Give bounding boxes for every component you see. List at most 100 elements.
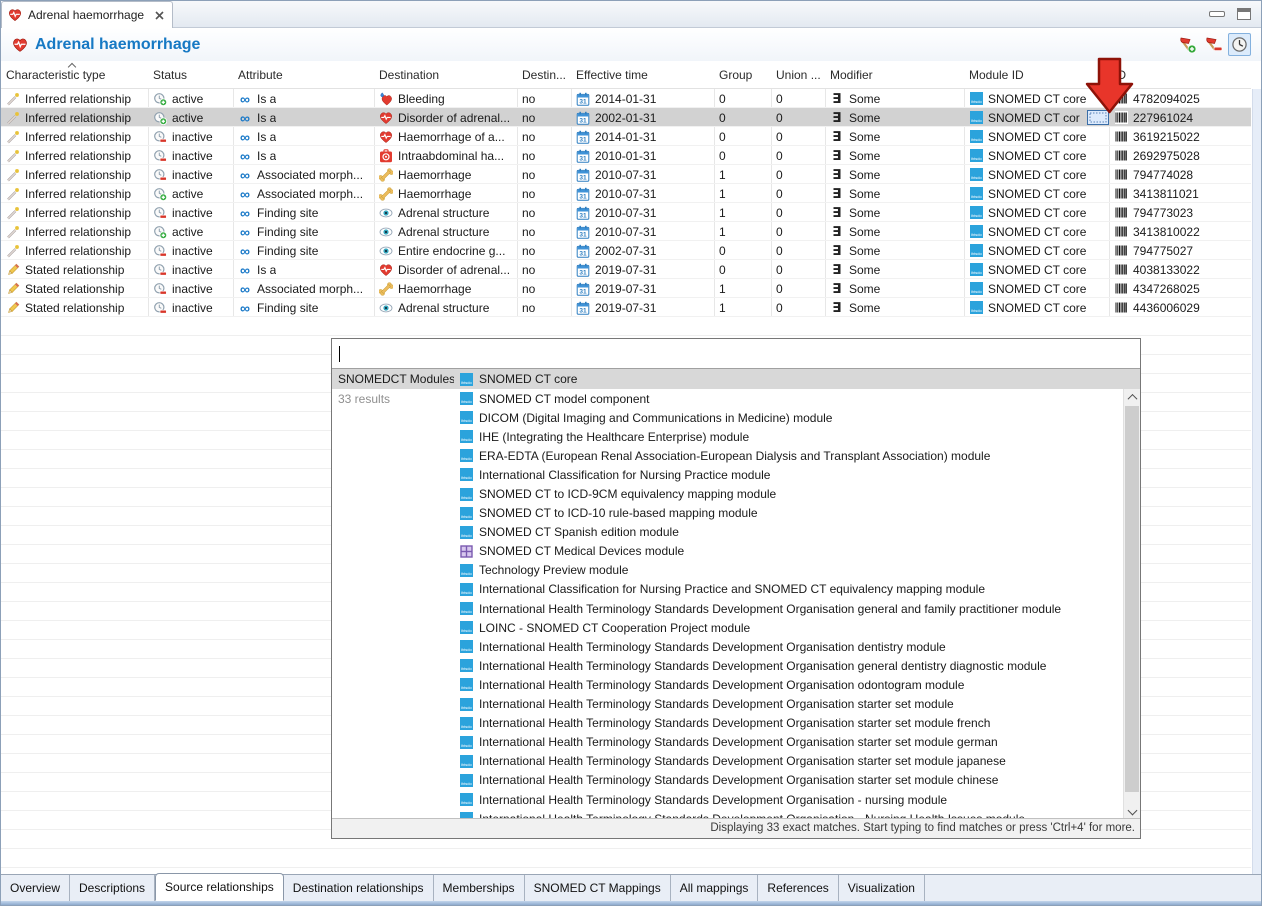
bottom-tab[interactable]: SNOMED CT Mappings (525, 875, 671, 901)
editor-tab-adrenal-haemorrhage[interactable]: Adrenal haemorrhage (1, 1, 173, 28)
barcode-icon (1114, 225, 1128, 239)
destination-icon (379, 225, 393, 239)
module-list-item[interactable]: ihtsdo International Health Terminology … (460, 790, 1123, 809)
popup-scrollbar[interactable] (1123, 389, 1140, 818)
table-row[interactable]: Inferred relationship active ∞Associated… (1, 184, 1251, 203)
filter-input[interactable] (332, 339, 1140, 369)
module-icon: ihtsdo (460, 755, 473, 768)
existential-modifier-icon: ∃ (830, 168, 844, 182)
module-list-item[interactable]: SNOMED CT Medical Devices module (460, 542, 1123, 561)
column-header[interactable]: Destination (374, 68, 517, 82)
module-list-item[interactable]: ihtsdo SNOMED CT to ICD-10 rule-based ma… (460, 504, 1123, 523)
close-icon[interactable] (154, 10, 165, 21)
table-row[interactable]: Inferred relationship inactive ∞Finding … (1, 203, 1251, 222)
history-clock-icon[interactable] (1228, 33, 1251, 56)
column-header[interactable]: Destin... (517, 68, 571, 82)
svg-text:ihtsdo: ihtsdo (461, 628, 472, 633)
module-list-item-selected[interactable]: SNOMEDCT Modules ihtsdo SNOMED CT core (332, 369, 1140, 389)
column-header[interactable]: Union ... (771, 68, 825, 82)
header-toolbar (1176, 33, 1251, 56)
module-list-item[interactable]: ihtsdo International Classification for … (460, 465, 1123, 484)
calendar-icon: 31 (576, 206, 590, 220)
svg-text:ihtsdo: ihtsdo (461, 743, 472, 748)
module-list-item[interactable]: ihtsdo International Health Terminology … (460, 733, 1123, 752)
module-list-item[interactable]: ihtsdo International Classification for … (460, 580, 1123, 599)
table-row[interactable]: Inferred relationship active ∞Finding si… (1, 222, 1251, 241)
svg-text:ihtsdo: ihtsdo (461, 590, 472, 595)
status-icon (153, 225, 167, 239)
svg-text:ihtsdo: ihtsdo (971, 213, 982, 218)
minimize-icon[interactable] (1209, 11, 1225, 17)
table-row[interactable]: Inferred relationship inactive ∞Associat… (1, 165, 1251, 184)
status-icon (153, 130, 167, 144)
module-list-item[interactable]: ihtsdo International Health Terminology … (460, 771, 1123, 790)
module-icon: ihtsdo (460, 526, 473, 539)
bottom-tab[interactable]: Visualization (839, 875, 925, 901)
table-row[interactable]: Inferred relationship inactive ∞Is a Int… (1, 146, 1251, 165)
bottom-tab[interactable]: Descriptions (70, 875, 155, 901)
column-header[interactable]: Modifier (825, 68, 964, 82)
module-icon: ihtsdo (969, 301, 983, 315)
svg-text:ihtsdo: ihtsdo (461, 666, 472, 671)
module-list-item[interactable]: ihtsdo International Health Terminology … (460, 675, 1123, 694)
scrollbar-thumb[interactable] (1125, 406, 1139, 792)
module-list-item[interactable]: ihtsdo Technology Preview module (460, 561, 1123, 580)
module-icon: ihtsdo (969, 187, 983, 201)
scroll-up-icon[interactable] (1124, 389, 1140, 405)
remove-relationship-icon[interactable] (1202, 33, 1225, 56)
module-icon: ihtsdo (460, 583, 473, 596)
bottom-tab[interactable]: All mappings (671, 875, 759, 901)
concept-heart-icon (11, 36, 28, 53)
column-header[interactable]: Group (714, 68, 771, 82)
module-list-item[interactable]: ihtsdo SNOMED CT model component (460, 389, 1123, 408)
module-list-item[interactable]: ihtsdo International Health Terminology … (460, 695, 1123, 714)
table-row[interactable]: Stated relationship inactive ∞Is a Disor… (1, 260, 1251, 279)
module-icon: ihtsdo (969, 149, 983, 163)
module-icon: ihtsdo (969, 206, 983, 220)
column-header[interactable]: Attribute (233, 68, 374, 82)
bottom-tab[interactable]: Memberships (434, 875, 525, 901)
module-list-item[interactable]: ihtsdo International Health Terminology … (460, 599, 1123, 618)
column-header[interactable]: Effective time (571, 68, 714, 82)
characteristic-type-icon (6, 187, 20, 201)
maximize-icon[interactable] (1237, 8, 1251, 20)
column-header[interactable]: Status (148, 68, 233, 82)
module-items: ihtsdo SNOMED CT model component ihtsdo … (460, 389, 1123, 818)
attribute-icon: ∞ (238, 187, 252, 201)
svg-text:31: 31 (579, 231, 587, 238)
table-scrollbar-track[interactable] (1252, 89, 1261, 874)
module-list-item[interactable]: ihtsdo IHE (Integrating the Healthcare E… (460, 427, 1123, 446)
module-icon: ihtsdo (969, 282, 983, 296)
module-list-item[interactable]: ihtsdo International Health Terminology … (460, 637, 1123, 656)
table-row[interactable]: Stated relationship inactive ∞Finding si… (1, 298, 1251, 317)
module-list-item[interactable]: ihtsdo International Health Terminology … (460, 656, 1123, 675)
attribute-icon: ∞ (238, 130, 252, 144)
svg-text:ihtsdo: ihtsdo (461, 495, 472, 500)
module-list-item[interactable]: ihtsdo International Health Terminology … (460, 752, 1123, 771)
module-list-item[interactable]: ihtsdo LOINC - SNOMED CT Cooperation Pro… (460, 618, 1123, 637)
existential-modifier-icon: ∃ (830, 225, 844, 239)
table-row[interactable]: Inferred relationship active ∞Is a Bleed… (1, 89, 1251, 108)
destination-icon (379, 111, 393, 125)
table-row[interactable]: Inferred relationship inactive ∞Is a Hae… (1, 127, 1251, 146)
table-row[interactable]: Inferred relationship active ∞Is a Disor… (1, 108, 1251, 127)
table-row[interactable]: Stated relationship inactive ∞Associated… (1, 279, 1251, 298)
module-list-item[interactable]: ihtsdo International Health Terminology … (460, 809, 1123, 818)
column-header[interactable]: Characteristic type (1, 68, 148, 82)
bottom-tab[interactable]: Source relationships (155, 873, 284, 901)
module-list-item[interactable]: ihtsdo ERA-EDTA (European Renal Associat… (460, 446, 1123, 465)
module-icon: ihtsdo (460, 564, 473, 577)
bottom-tab[interactable]: Destination relationships (284, 875, 434, 901)
module-list-item[interactable]: ihtsdo International Health Terminology … (460, 714, 1123, 733)
calendar-icon: 31 (576, 263, 590, 277)
calendar-icon: 31 (576, 130, 590, 144)
table-row[interactable]: Inferred relationship inactive ∞Finding … (1, 241, 1251, 260)
module-list-item[interactable]: ihtsdo DICOM (Digital Imaging and Commun… (460, 408, 1123, 427)
add-relationship-icon[interactable] (1176, 33, 1199, 56)
svg-text:31: 31 (579, 155, 587, 162)
module-list-item[interactable]: ihtsdo SNOMED CT Spanish edition module (460, 523, 1123, 542)
bottom-tab[interactable]: References (758, 875, 838, 901)
bottom-tab[interactable]: Overview (1, 875, 70, 901)
module-list-item[interactable]: ihtsdo SNOMED CT to ICD-9CM equivalency … (460, 484, 1123, 503)
scroll-down-icon[interactable] (1124, 802, 1140, 818)
